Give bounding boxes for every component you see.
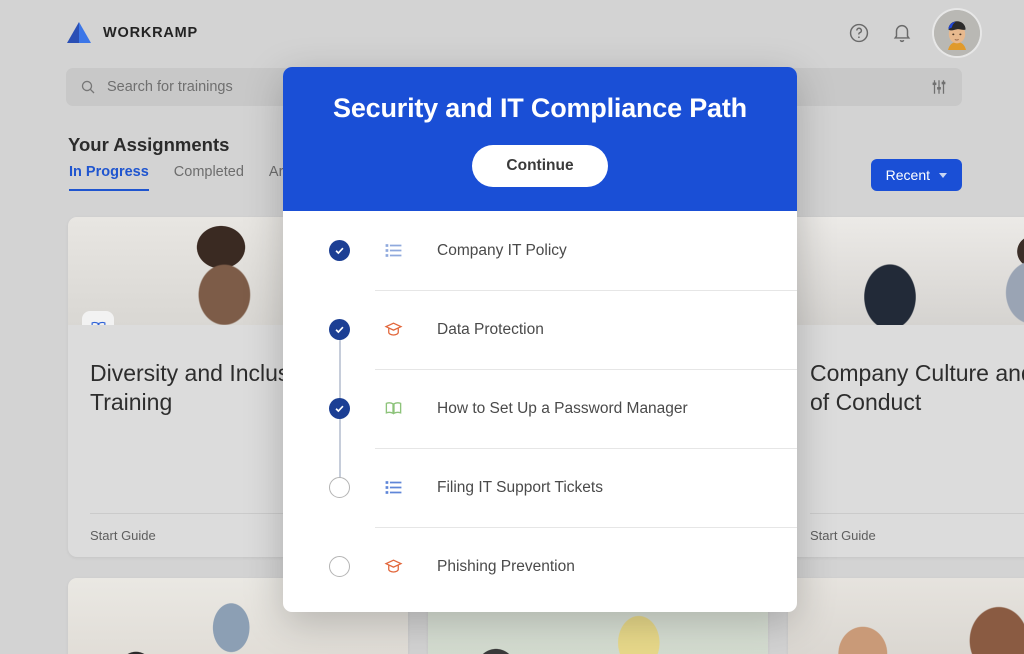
- step-status-check-icon: [329, 319, 350, 340]
- step-label: How to Set Up a Password Manager: [437, 399, 688, 417]
- path-step-item[interactable]: Filing IT Support Tickets: [329, 448, 797, 527]
- user-avatar[interactable]: [934, 10, 980, 56]
- path-step-item[interactable]: Company IT Policy: [329, 211, 797, 290]
- help-circle-icon[interactable]: [848, 22, 870, 44]
- search-input[interactable]: Search for trainings: [107, 79, 233, 95]
- step-divider: [375, 527, 797, 528]
- graduation-cap-icon: [383, 320, 403, 340]
- filter-sliders-icon[interactable]: [930, 78, 948, 96]
- assignment-card[interactable]: Company Culture and Code of Conduct Star…: [788, 217, 1024, 557]
- open-book-icon: [383, 399, 403, 419]
- assignment-card[interactable]: [788, 578, 1024, 654]
- list-icon: [383, 478, 403, 498]
- app-root: WORKRAMP Search for trainings Your Assig…: [0, 0, 1024, 654]
- path-step-item[interactable]: Phishing Prevention: [329, 527, 797, 606]
- step-divider: [375, 369, 797, 370]
- card-thumbnail: [788, 217, 1024, 325]
- step-status-check-icon: [329, 398, 350, 419]
- bell-icon[interactable]: [891, 22, 913, 44]
- step-label: Filing IT Support Tickets: [437, 478, 603, 496]
- step-status-check-icon: [329, 240, 350, 261]
- learning-path-modal: Security and IT Compliance Path Continue: [283, 67, 797, 612]
- step-status-empty-icon: [329, 477, 350, 498]
- card-thumbnail: [788, 578, 1024, 654]
- step-divider: [375, 290, 797, 291]
- step-status-empty-icon: [329, 556, 350, 577]
- modal-title: Security and IT Compliance Path: [333, 93, 747, 123]
- path-step-list: Company IT Policy Data Protection How to…: [283, 211, 797, 577]
- path-step-item[interactable]: How to Set Up a Password Manager: [329, 369, 797, 448]
- step-divider: [375, 448, 797, 449]
- sort-recent-button[interactable]: Recent: [870, 159, 962, 191]
- step-label: Company IT Policy: [437, 241, 567, 259]
- brand[interactable]: WORKRAMP: [66, 21, 198, 45]
- workramp-triangle-logo-icon: [66, 21, 92, 45]
- tab-in-progress[interactable]: In Progress: [69, 164, 149, 191]
- list-icon: [383, 241, 403, 261]
- card-title: Company Culture and Code of Conduct: [810, 360, 1024, 415]
- open-book-icon: [82, 311, 114, 325]
- modal-header: Security and IT Compliance Path Continue: [283, 67, 797, 211]
- card-footer-action[interactable]: Start Guide: [810, 513, 1024, 543]
- brand-name: WORKRAMP: [103, 25, 198, 41]
- top-bar: WORKRAMP: [0, 0, 1024, 66]
- search-icon: [80, 79, 96, 95]
- page-title: Your Assignments: [68, 134, 230, 155]
- step-label: Data Protection: [437, 320, 544, 338]
- top-bar-actions: [848, 10, 980, 56]
- sort-recent-label: Recent: [885, 167, 930, 183]
- graduation-cap-icon: [383, 557, 403, 577]
- chevron-down-icon: [939, 172, 947, 178]
- step-label: Phishing Prevention: [437, 557, 575, 575]
- tab-completed[interactable]: Completed: [174, 164, 244, 191]
- path-step-item[interactable]: Data Protection: [329, 290, 797, 369]
- continue-button[interactable]: Continue: [472, 145, 608, 187]
